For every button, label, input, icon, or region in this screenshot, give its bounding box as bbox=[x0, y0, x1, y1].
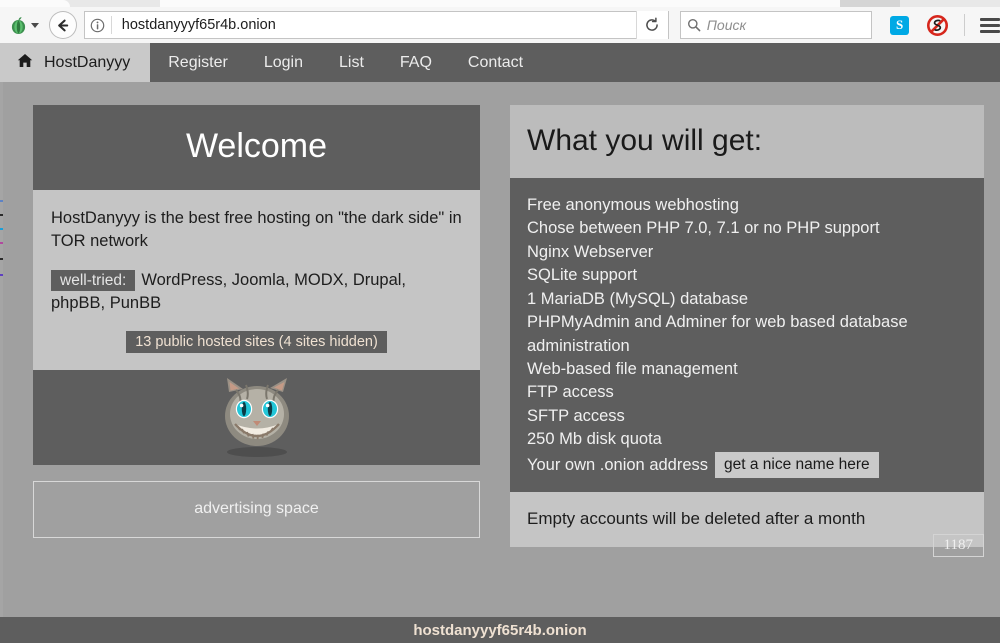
feature-item: Free anonymous webhosting bbox=[527, 194, 967, 217]
site-footer: hostdanyyyf65r4b.onion bbox=[0, 617, 1000, 643]
features-panel: What you will get: Free anonymous webhos… bbox=[510, 105, 984, 547]
feature-item: Nginx Webserver bbox=[527, 241, 967, 264]
welcome-body: HostDanyyy is the best free hosting on "… bbox=[33, 190, 480, 370]
feature-item: SFTP access bbox=[527, 405, 967, 428]
brand-label: HostDanyyy bbox=[44, 54, 130, 72]
nav-item-login[interactable]: Login bbox=[246, 43, 321, 82]
toolbar-divider bbox=[964, 14, 965, 36]
home-icon bbox=[17, 53, 33, 72]
welcome-panel: Welcome HostDanyyy is the best free host… bbox=[33, 105, 480, 538]
account-deletion-note: Empty accounts will be deleted after a m… bbox=[510, 492, 984, 547]
feature-item: 250 Mb disk quota bbox=[527, 428, 967, 451]
hamburger-bar bbox=[980, 24, 1000, 27]
tab-strip-right-filler bbox=[840, 0, 900, 7]
advertising-space[interactable]: advertising space bbox=[33, 481, 480, 538]
welcome-title: Welcome bbox=[33, 105, 480, 190]
extension-toolbar: S bbox=[890, 15, 948, 36]
search-icon bbox=[681, 18, 707, 32]
cheshire-cat-image bbox=[33, 370, 480, 465]
skype-icon[interactable]: S bbox=[890, 16, 909, 35]
feature-item: Web-based file management bbox=[527, 358, 967, 381]
navigation-toolbar: hostdanyyyf65r4b.onion Поиск S bbox=[0, 7, 1000, 43]
features-title: What you will get: bbox=[510, 105, 984, 178]
browser-chrome: hostdanyyyf65r4b.onion Поиск S bbox=[0, 0, 1000, 43]
chevron-down-icon bbox=[31, 23, 39, 28]
brand-home-link[interactable]: HostDanyyy bbox=[0, 43, 150, 82]
sites-badge-row: 13 public hosted sites (4 sites hidden) bbox=[51, 331, 462, 353]
page-left-edge bbox=[0, 82, 3, 617]
feature-item: PHPMyAdmin and Adminer for web based dat… bbox=[527, 311, 967, 358]
noscript-icon[interactable] bbox=[927, 15, 948, 36]
cheshire-cat-icon bbox=[203, 376, 311, 458]
feature-item: Chose between PHP 7.0, 7.1 or no PHP sup… bbox=[527, 217, 967, 240]
nav-item-list[interactable]: List bbox=[321, 43, 382, 82]
get-nice-name-button[interactable]: get a nice name here bbox=[715, 452, 879, 478]
url-bar[interactable]: hostdanyyyf65r4b.onion bbox=[84, 11, 669, 39]
well-tried-line: well-tried:WordPress, Joomla, MODX, Drup… bbox=[51, 269, 462, 316]
site-navbar: HostDanyyy Register Login List FAQ Conta… bbox=[0, 43, 1000, 82]
torbutton-menu[interactable] bbox=[9, 16, 39, 35]
nav-item-register[interactable]: Register bbox=[150, 43, 246, 82]
feature-item: SQLite support bbox=[527, 264, 967, 287]
welcome-intro: HostDanyyy is the best free hosting on "… bbox=[51, 207, 462, 254]
hamburger-bar bbox=[980, 18, 1000, 21]
feature-item: 1 MariaDB (MySQL) database bbox=[527, 288, 967, 311]
visitor-counter-badge: 1187 bbox=[933, 534, 984, 557]
url-input[interactable]: hostdanyyyf65r4b.onion bbox=[112, 17, 636, 33]
search-bar[interactable]: Поиск bbox=[680, 11, 872, 39]
active-tab-edge[interactable] bbox=[0, 0, 70, 7]
nav-item-contact[interactable]: Contact bbox=[450, 43, 541, 82]
site-info-icon[interactable] bbox=[85, 18, 111, 33]
onion-address-feature: Your own .onion address get a nice name h… bbox=[527, 452, 967, 478]
reload-button[interactable] bbox=[636, 11, 668, 39]
hamburger-bar bbox=[980, 30, 1000, 33]
page-content: Welcome HostDanyyy is the best free host… bbox=[0, 82, 1000, 617]
features-body: Free anonymous webhosting Chose between … bbox=[510, 178, 984, 492]
back-button[interactable] bbox=[49, 11, 77, 39]
hosted-sites-badge[interactable]: 13 public hosted sites (4 sites hidden) bbox=[126, 331, 387, 353]
nav-links: Register Login List FAQ Contact bbox=[150, 43, 541, 82]
search-input[interactable]: Поиск bbox=[707, 17, 746, 33]
onion-icon bbox=[9, 16, 28, 35]
open-menu-button[interactable] bbox=[980, 18, 1000, 33]
feature-item: FTP access bbox=[527, 381, 967, 404]
tab-strip-filler bbox=[160, 0, 840, 7]
nav-item-faq[interactable]: FAQ bbox=[382, 43, 450, 82]
onion-address-label: Your own .onion address bbox=[527, 456, 708, 474]
tab-strip bbox=[0, 0, 1000, 7]
well-tried-label: well-tried: bbox=[51, 270, 135, 291]
